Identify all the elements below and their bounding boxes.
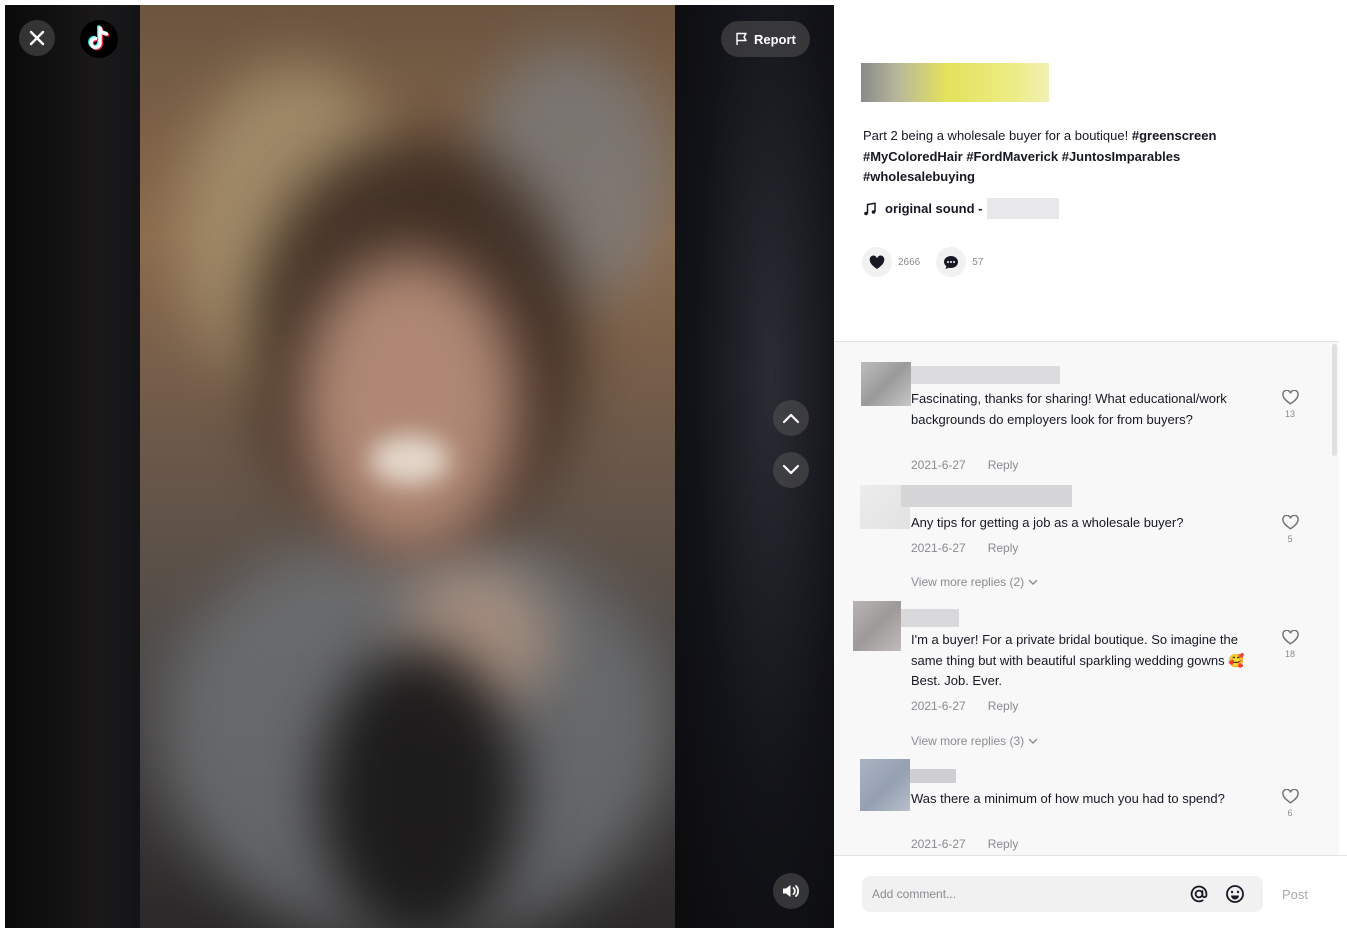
speaker-icon [783, 885, 799, 897]
comment-date: 2021-6-27 [911, 837, 966, 851]
close-icon [29, 30, 45, 46]
comment-text: Was there a minimum of how much you had … [911, 791, 1225, 806]
chevron-down-icon [1028, 579, 1038, 585]
comment-meta: 2021-6-27 Reply [911, 699, 1018, 713]
comment-scrollbar-thumb[interactable] [1332, 344, 1337, 456]
hashtag-link[interactable]: #greenscreen [1132, 128, 1217, 143]
comment-text: I'm a buyer! For a private bridal boutiq… [911, 632, 1245, 688]
view-more-replies[interactable]: View more replies (3) [911, 734, 1038, 748]
heart-outline-icon [1281, 390, 1299, 405]
emoji-button[interactable] [1225, 884, 1245, 904]
comment-input[interactable] [872, 887, 1172, 901]
avatar[interactable] [860, 759, 910, 811]
like-button[interactable] [862, 247, 892, 277]
author-redacted[interactable] [861, 63, 1049, 102]
comment-bubble-icon [944, 255, 959, 269]
comment-button[interactable] [936, 247, 967, 277]
reply-button[interactable]: Reply [988, 837, 1019, 851]
previous-video-button[interactable] [773, 400, 809, 436]
comment-like[interactable]: 6 [1279, 789, 1301, 818]
like-stat[interactable]: 2666 [862, 247, 920, 277]
volume-button[interactable] [773, 873, 809, 909]
comment-like[interactable]: 5 [1279, 515, 1301, 544]
music-note-icon [864, 201, 876, 215]
video-backdrop-right [675, 5, 834, 928]
next-video-button[interactable] [773, 452, 809, 488]
music-author-redacted [986, 198, 1059, 219]
hashtag-link[interactable]: #FordMaverick [966, 149, 1058, 164]
caption-text: Part 2 being a wholesale buyer for a bou… [863, 128, 1132, 143]
comment-meta: 2021-6-27 Reply [911, 837, 1018, 851]
hashtag-link[interactable]: #JuntosImparables [1062, 149, 1181, 164]
comment-text: Any tips for getting a job as a wholesal… [911, 515, 1184, 530]
comment-date: 2021-6-27 [911, 541, 966, 555]
tiktok-logo[interactable] [80, 20, 118, 58]
tiktok-logo-icon [88, 25, 110, 51]
view-more-replies-label: View more replies (3) [911, 734, 1025, 748]
reply-button[interactable]: Reply [988, 699, 1019, 713]
comment-date: 2021-6-27 [911, 699, 966, 713]
at-sign-icon [1190, 885, 1208, 903]
comment-like-count: 13 [1284, 409, 1295, 419]
video-info-panel: Part 2 being a wholesale buyer for a bou… [834, 0, 1347, 341]
comment-meta: 2021-6-27 Reply [911, 458, 1018, 472]
view-more-replies-label: View more replies (2) [911, 575, 1025, 589]
avatar[interactable] [861, 362, 911, 406]
chevron-up-icon [782, 413, 800, 424]
comment-like-count: 18 [1284, 649, 1295, 659]
comment-like-count: 5 [1287, 534, 1293, 544]
heart-outline-icon [1281, 630, 1299, 645]
report-label: Report [754, 31, 796, 47]
reply-button[interactable]: Reply [988, 458, 1019, 472]
heart-outline-icon [1281, 789, 1299, 804]
view-more-replies[interactable]: View more replies (2) [911, 575, 1038, 589]
username-redacted[interactable] [911, 366, 1060, 384]
mention-button[interactable] [1189, 884, 1209, 904]
username-redacted[interactable] [901, 609, 959, 627]
report-button[interactable]: Report [721, 21, 810, 57]
video-frame-blurred[interactable] [140, 5, 675, 928]
emoji-smiling-hearts: 🥰 [1228, 652, 1245, 668]
comment-composer: Post [834, 855, 1347, 928]
username-redacted[interactable] [910, 769, 956, 783]
hashtag-link[interactable]: #wholesalebuying [863, 169, 975, 184]
comment-list[interactable]: Fascinating, thanks for sharing! What ed… [834, 341, 1339, 855]
reply-button[interactable]: Reply [988, 541, 1019, 555]
chevron-down-icon [1028, 738, 1038, 744]
tiktok-video-page: Report Part 2 being a wholesale buyer fo… [0, 0, 1347, 928]
like-count: 2666 [898, 256, 921, 268]
hashtag-link[interactable]: #MyColoredHair [863, 149, 963, 164]
comment-like-count: 6 [1287, 808, 1293, 818]
chevron-down-icon [782, 464, 800, 475]
comment-stat[interactable]: 57 [936, 247, 983, 277]
comment-count: 57 [972, 256, 984, 268]
comment-scrollbar-track[interactable] [1339, 341, 1347, 855]
flag-icon [736, 32, 747, 45]
post-button[interactable]: Post [1282, 887, 1308, 902]
comment-like[interactable]: 13 [1279, 390, 1301, 419]
music-label: original sound - [885, 201, 983, 216]
avatar[interactable] [853, 601, 901, 651]
video-backdrop-left [5, 5, 140, 928]
music-link[interactable]: original sound - [863, 198, 1059, 219]
comment-box[interactable] [862, 876, 1263, 912]
close-button[interactable] [19, 20, 55, 56]
comment-meta: 2021-6-27 Reply [911, 541, 1018, 555]
heart-icon [869, 255, 885, 269]
username-redacted[interactable] [901, 485, 1072, 507]
comment-date: 2021-6-27 [911, 458, 966, 472]
comment-like[interactable]: 18 [1279, 630, 1301, 659]
comment-text: Fascinating, thanks for sharing! What ed… [911, 391, 1227, 427]
video-caption: Part 2 being a wholesale buyer for a bou… [863, 126, 1273, 188]
video-player[interactable] [5, 5, 834, 928]
heart-outline-icon [1281, 515, 1299, 530]
engagement-stats: 2666 57 [862, 247, 983, 277]
emoji-smile-icon [1226, 885, 1244, 903]
